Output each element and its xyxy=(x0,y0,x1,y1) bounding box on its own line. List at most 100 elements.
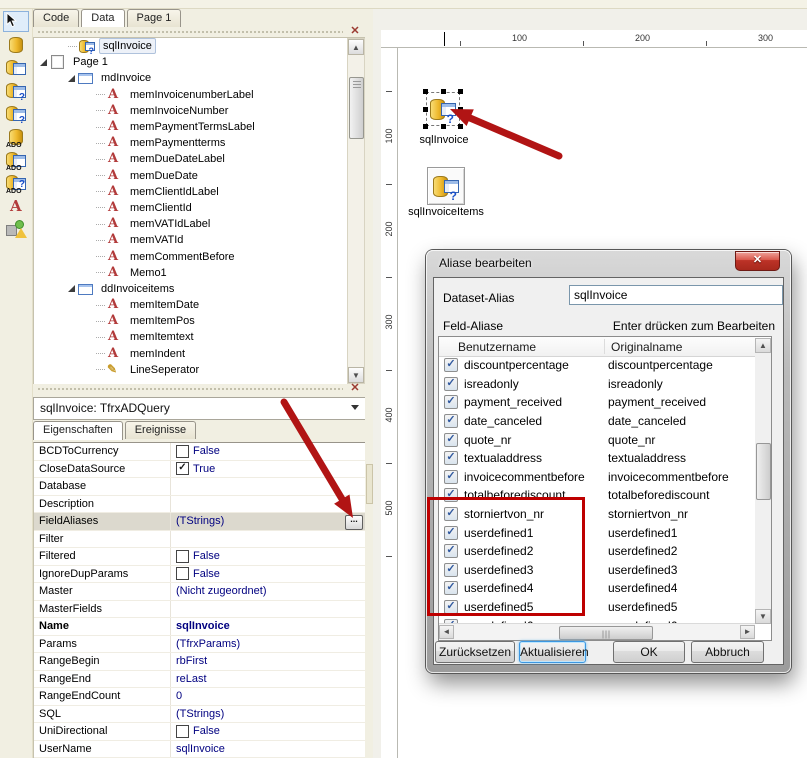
tree-item[interactable]: AmemInvoiceNumber xyxy=(34,103,365,119)
property-checkbox[interactable] xyxy=(176,567,189,580)
reset-button[interactable]: Zurücksetzen xyxy=(435,641,515,663)
scroll-down-icon[interactable]: ▼ xyxy=(348,367,364,383)
row-checkbox[interactable]: ✓ xyxy=(444,395,458,409)
field-alias-row[interactable]: ✓quote_nrquote_nr xyxy=(439,430,755,449)
dialog-close-button[interactable]: ✕ xyxy=(735,251,780,271)
field-alias-row[interactable]: ✓isreadonlyisreadonly xyxy=(439,375,755,394)
row-checkbox[interactable]: ✓ xyxy=(444,451,458,465)
property-row[interactable]: FieldAliases(TStrings)... xyxy=(34,513,365,531)
property-checkbox[interactable] xyxy=(176,725,189,738)
property-value[interactable]: False xyxy=(171,445,365,458)
property-value[interactable]: False xyxy=(171,567,365,580)
column-header-originalname[interactable]: Originalname xyxy=(611,340,682,354)
field-alias-row[interactable]: ✓discountpercentagediscountpercentage xyxy=(439,356,755,375)
text-object-icon[interactable]: A xyxy=(3,195,29,216)
db-query-object-icon[interactable]: ? xyxy=(3,80,29,101)
field-alias-row[interactable]: ✓date_canceleddate_canceled xyxy=(439,412,755,431)
tree-item[interactable]: AmemInvoicenumberLabel xyxy=(34,87,365,103)
panel-splitter[interactable] xyxy=(365,9,373,758)
field-alias-row[interactable]: ✓payment_receivedpayment_received xyxy=(439,393,755,412)
tree-item[interactable]: AmemVATIdLabel xyxy=(34,216,365,232)
property-row[interactable]: NamesqlInvoice xyxy=(34,618,365,636)
property-row[interactable]: RangeEndreLast xyxy=(34,671,365,689)
object-selector-combobox[interactable]: sqlInvoice: TfrxADQuery xyxy=(33,397,366,420)
expanded-triangle-icon[interactable] xyxy=(40,59,47,66)
list-hscroll-thumb[interactable] xyxy=(559,626,653,640)
scroll-left-icon[interactable]: ◄ xyxy=(439,625,454,639)
row-checkbox[interactable]: ✓ xyxy=(444,470,458,484)
property-value[interactable]: False xyxy=(171,725,365,738)
tab-ereignisse[interactable]: Ereignisse xyxy=(125,421,196,439)
tree-item[interactable]: AmemItemtext xyxy=(34,329,365,345)
field-alias-row[interactable]: ✓invoicecommentbeforeinvoicecommentbefor… xyxy=(439,468,755,487)
property-value[interactable]: (TStrings) xyxy=(171,515,365,527)
tree-item[interactable]: AmemItemPos xyxy=(34,313,365,329)
tree-item[interactable]: AMemo1 xyxy=(34,265,365,281)
tree-item[interactable]: AmemIndent xyxy=(34,346,365,362)
tree-item[interactable]: AmemClientIdLabel xyxy=(34,184,365,200)
ok-button[interactable]: OK xyxy=(613,641,685,663)
property-row[interactable]: MasterFields xyxy=(34,601,365,619)
row-checkbox[interactable]: ✓ xyxy=(444,358,458,372)
property-value[interactable]: reLast xyxy=(171,673,365,685)
tree-item[interactable]: AmemPaymentterms xyxy=(34,135,365,151)
tab-eigenschaften[interactable]: Eigenschaften xyxy=(33,421,123,440)
tab-page1[interactable]: Page 1 xyxy=(127,9,182,27)
ado-query-object-icon[interactable]: ?ADO xyxy=(3,172,29,193)
tree-scroll-thumb[interactable] xyxy=(349,77,364,139)
close-panel-icon[interactable]: ✕ xyxy=(348,382,362,395)
property-value[interactable]: ✓True xyxy=(171,462,365,475)
property-row[interactable]: CloseDataSource✓True xyxy=(34,461,365,479)
tree-item[interactable]: AmemClientId xyxy=(34,200,365,216)
property-value[interactable]: (TStrings) xyxy=(171,708,365,720)
scroll-up-icon[interactable]: ▲ xyxy=(348,39,364,55)
tree-item[interactable]: AmemItemDate xyxy=(34,297,365,313)
db-query-object-2-icon[interactable]: ? xyxy=(3,103,29,124)
dialog-controls-object-icon[interactable] xyxy=(3,218,29,239)
property-value[interactable]: sqlInvoice xyxy=(171,743,365,755)
db-table-object-icon[interactable] xyxy=(3,57,29,78)
field-alias-row[interactable]: ✓textualaddresstextualaddress xyxy=(439,449,755,468)
property-checkbox[interactable] xyxy=(176,550,189,563)
cancel-button[interactable]: Abbruch xyxy=(691,641,764,663)
scroll-up-icon[interactable]: ▲ xyxy=(755,338,771,353)
expanded-triangle-icon[interactable] xyxy=(68,75,75,82)
property-row[interactable]: FilteredFalse xyxy=(34,548,365,566)
property-checkbox[interactable] xyxy=(176,445,189,458)
dataset-alias-input[interactable] xyxy=(569,285,783,305)
property-checkbox[interactable]: ✓ xyxy=(176,462,189,475)
select-tool-icon[interactable] xyxy=(3,11,29,32)
tab-data[interactable]: Data xyxy=(81,9,124,28)
database-object-icon[interactable] xyxy=(3,34,29,55)
tree-item[interactable]: mdInvoice xyxy=(34,70,365,86)
tree-item[interactable]: AmemCommentBefore xyxy=(34,248,365,264)
tree-item[interactable]: Page 1 xyxy=(34,54,365,70)
ado-database-object-icon[interactable]: ADO xyxy=(3,126,29,147)
tree-item[interactable]: ?sqlInvoice xyxy=(34,38,365,54)
property-value[interactable]: False xyxy=(171,550,365,563)
property-value[interactable]: (Nicht zugeordnet) xyxy=(171,585,365,597)
tree-panel-gripper[interactable]: ✕ xyxy=(33,27,365,37)
refresh-button[interactable]: Aktualisieren xyxy=(519,641,586,663)
scroll-down-icon[interactable]: ▼ xyxy=(755,609,771,624)
chevron-down-icon[interactable] xyxy=(351,405,359,410)
column-header-benutzername[interactable]: Benutzername xyxy=(458,340,536,354)
scroll-right-icon[interactable]: ► xyxy=(740,625,755,639)
list-vscroll-thumb[interactable] xyxy=(756,443,771,500)
row-checkbox[interactable]: ✓ xyxy=(444,377,458,391)
tree-item[interactable]: ddInvoiceitems xyxy=(34,281,365,297)
property-row[interactable]: RangeBeginrbFirst xyxy=(34,653,365,671)
tree-item[interactable]: AmemPaymentTermsLabel xyxy=(34,119,365,135)
property-row[interactable]: Master(Nicht zugeordnet) xyxy=(34,583,365,601)
property-value[interactable]: (TfrxParams) xyxy=(171,638,365,650)
dataset-object-sqlinvoice[interactable]: ? xyxy=(426,92,460,126)
property-row[interactable]: BCDToCurrencyFalse xyxy=(34,443,365,461)
inspector-panel-gripper[interactable]: ✕ xyxy=(33,384,365,394)
tree-item[interactable]: ✎LineSeperator xyxy=(34,362,365,378)
property-value[interactable]: rbFirst xyxy=(171,655,365,667)
tree-item[interactable]: AmemDueDateLabel xyxy=(34,151,365,167)
ellipsis-editor-button[interactable]: ... xyxy=(345,515,363,530)
splitter-grip[interactable] xyxy=(366,464,373,504)
property-row[interactable]: Description xyxy=(34,496,365,514)
property-row[interactable]: UniDirectionalFalse xyxy=(34,723,365,741)
